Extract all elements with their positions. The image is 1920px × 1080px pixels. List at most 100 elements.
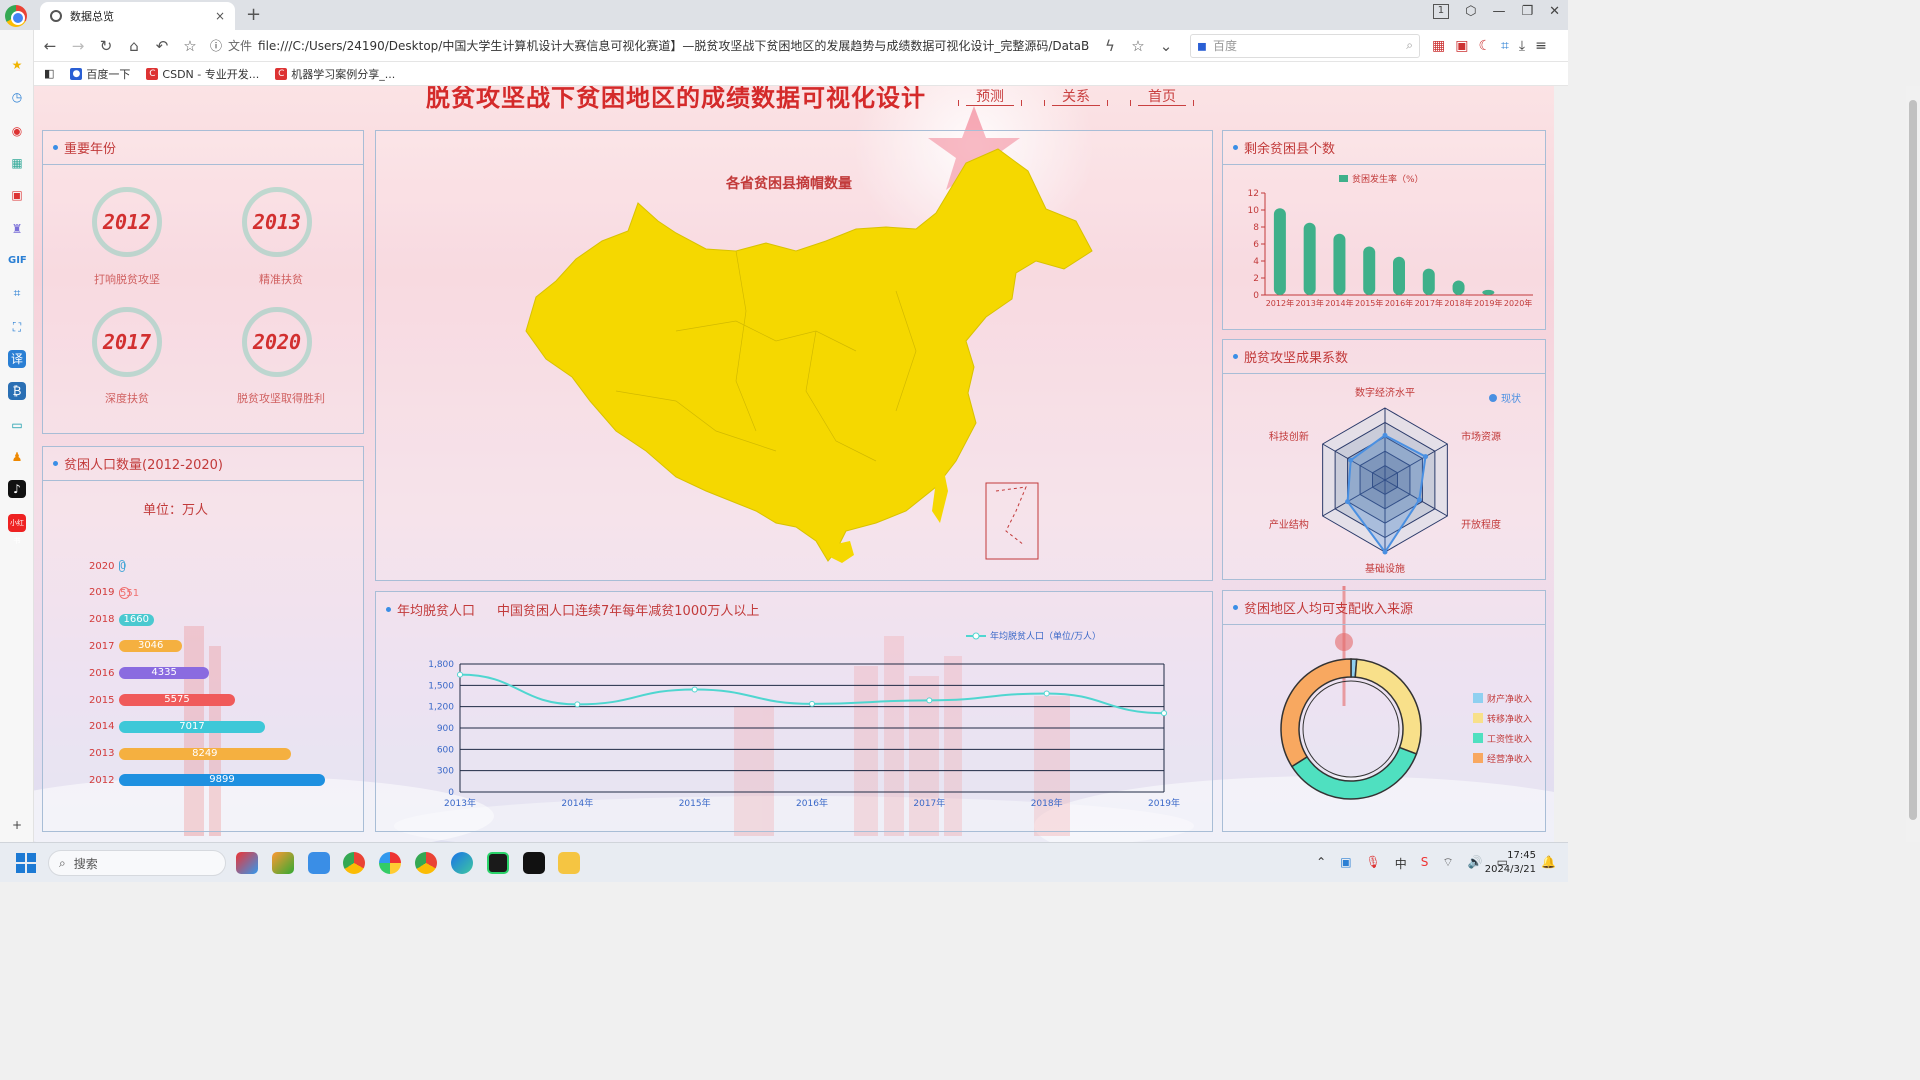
radar-chart[interactable]: 数字经济水平市场资源开放程度基础设施 产业结构 科技创新 现状 xyxy=(1223,374,1547,580)
radar-point xyxy=(1382,549,1388,555)
tab-active[interactable]: 数据总览 × xyxy=(40,2,235,30)
notification-icon[interactable]: 🔔 xyxy=(1541,855,1556,869)
population-panel: 贫困人口数量(2012-2020) 单位：万人 2020 0 2019 551 2018… xyxy=(42,446,364,832)
population-bar[interactable]: 8249 xyxy=(119,747,291,760)
chrome-icon[interactable] xyxy=(415,852,437,874)
bookmark-star-icon[interactable]: ☆ xyxy=(1130,37,1146,55)
reload-icon[interactable]: ↻ xyxy=(98,37,114,55)
scrollbar-thumb[interactable] xyxy=(1909,100,1917,820)
favorites-icon[interactable]: ★ xyxy=(8,56,26,74)
lightning-icon[interactable]: ϟ xyxy=(1102,37,1118,55)
year-value: 2013 xyxy=(252,210,302,234)
population-bar[interactable]: 1660 xyxy=(119,613,154,626)
crop-icon[interactable]: ⌗ xyxy=(1501,38,1509,54)
menu-icon[interactable]: ≡ xyxy=(1535,38,1547,54)
tab-counter[interactable]: 1 xyxy=(1432,4,1450,19)
chevron-down-icon[interactable]: ⌄ xyxy=(1158,37,1174,55)
volume-icon[interactable]: 🔊 xyxy=(1468,855,1483,872)
population-bar[interactable]: 551 xyxy=(119,586,139,599)
taskbar-search[interactable]: ⌕ 搜索 xyxy=(48,850,226,876)
ime-indicator[interactable]: 中 xyxy=(1395,855,1407,872)
taskbar-app-icon[interactable] xyxy=(308,852,330,874)
microphone-icon[interactable]: 🎙 xyxy=(1366,855,1381,872)
pycharm-icon[interactable] xyxy=(487,852,509,874)
bookmark-ml[interactable]: C 机器学习案例分享_... xyxy=(275,66,395,82)
apps-grid-icon[interactable]: ▦ xyxy=(8,154,26,172)
annual-line-chart[interactable]: 年均脱贫人口（单位/万人） 0 300 600 900 1,200 1,500 1,800 20… xyxy=(376,622,1214,832)
capcut-icon[interactable] xyxy=(523,852,545,874)
close-window-button[interactable]: ✕ xyxy=(1549,4,1560,19)
forward-icon[interactable]: → xyxy=(70,37,86,55)
population-bar[interactable]: 4335 xyxy=(119,667,210,680)
undo-icon[interactable]: ↶ xyxy=(154,37,170,55)
add-sidebar-icon[interactable]: + xyxy=(8,816,26,834)
home-icon[interactable]: ⌂ xyxy=(126,37,142,55)
browser-app-icon[interactable] xyxy=(379,852,401,874)
panel-title: 年均脱贫人口 xyxy=(397,603,476,619)
donut-legend-item[interactable]: 工资性收入 xyxy=(1473,733,1532,745)
population-row: 2012 9899 xyxy=(89,773,325,787)
back-icon[interactable]: ← xyxy=(42,37,58,55)
browser-logo-icon[interactable] xyxy=(5,5,27,27)
url-field[interactable]: ⓘ 文件 file:///C:/Users/24190/Desktop/中国大学… xyxy=(210,35,1090,57)
bookmark-csdn[interactable]: C CSDN - 专业开发... xyxy=(146,66,259,82)
search-input[interactable]: ◼ 百度 ⌕ xyxy=(1190,33,1420,58)
nav-relation[interactable]: 关系 xyxy=(1044,86,1108,106)
folder-icon[interactable] xyxy=(558,852,580,874)
moon-icon[interactable]: ☾ xyxy=(1478,38,1491,54)
translate-icon[interactable]: 译 xyxy=(8,350,26,368)
wifi-icon[interactable]: ⌔ xyxy=(1442,855,1453,872)
tab-close-button[interactable]: × xyxy=(215,9,225,23)
star-icon[interactable]: ☆ xyxy=(182,37,198,55)
gif-icon[interactable]: GIF xyxy=(8,252,27,270)
population-bar[interactable]: 9899 xyxy=(119,774,325,787)
clock[interactable]: 17:45 2024/3/21 xyxy=(1485,849,1536,877)
app-icon[interactable]: ₿ xyxy=(8,382,26,400)
bookmark-baidu[interactable]: ● 百度一下 xyxy=(70,66,130,82)
tiktok-icon[interactable]: ♪ xyxy=(8,480,26,498)
year-value: 2020 xyxy=(252,330,302,354)
pdf-icon[interactable]: ▣ xyxy=(1455,38,1468,54)
population-row: 2018 1660 xyxy=(89,613,154,627)
game-icon[interactable]: ♟ xyxy=(8,448,26,466)
xhs-icon[interactable]: 小红书 xyxy=(8,514,26,545)
income-donut-chart[interactable]: 财产净收入转移净收入工资性收入经营净收入 xyxy=(1223,625,1547,833)
record-icon[interactable]: ◉ xyxy=(8,122,26,140)
population-bar[interactable]: 7017 xyxy=(119,720,266,733)
population-bar[interactable]: 3046 xyxy=(119,640,183,653)
donut-legend-item[interactable]: 转移净收入 xyxy=(1473,713,1532,725)
tray-app-icon[interactable]: ▣ xyxy=(1340,855,1351,872)
pin-icon[interactable]: ⬡ xyxy=(1465,4,1476,19)
screenshot-icon[interactable]: ⛶ xyxy=(8,318,26,336)
history-icon[interactable]: ◷ xyxy=(8,88,26,106)
taskbar-app-icon[interactable] xyxy=(236,852,258,874)
sogou-icon[interactable]: S xyxy=(1421,855,1429,872)
sidebar-toggle-icon[interactable]: ◧ xyxy=(44,67,54,80)
donut-legend-item[interactable]: 财产净收入 xyxy=(1473,693,1532,705)
minimize-button[interactable]: — xyxy=(1492,4,1505,19)
crop-side-icon[interactable]: ⌗ xyxy=(8,284,26,302)
donut-legend-item[interactable]: 经营净收入 xyxy=(1473,753,1532,765)
chevron-up-icon[interactable]: ⌃ xyxy=(1316,855,1326,872)
x-tick-label: 2018年 xyxy=(1444,298,1472,308)
monitor-icon[interactable]: ▭ xyxy=(8,416,26,434)
extension-icon[interactable]: ♜ xyxy=(8,220,26,238)
maximize-button[interactable]: ❐ xyxy=(1521,4,1533,19)
pdf-side-icon[interactable]: ▣ xyxy=(8,186,26,204)
population-bar[interactable]: 5575 xyxy=(119,694,236,706)
remain-bar-chart[interactable]: 贫困发生率（%）0246810122012年 2013年 2014年 2015年 201… xyxy=(1223,165,1547,329)
search-icon[interactable]: ⌕ xyxy=(1406,38,1413,53)
population-bar[interactable]: 0 xyxy=(119,560,126,572)
apps-icon[interactable]: ▦ xyxy=(1432,38,1445,54)
taskbar-app-icon[interactable] xyxy=(272,852,294,874)
chrome-icon[interactable] xyxy=(343,852,365,874)
nav-predict[interactable]: 预测 xyxy=(958,86,1022,106)
windows-start-icon[interactable] xyxy=(16,853,36,873)
baidu-icon: ● xyxy=(70,67,83,80)
page-scrollbar[interactable] xyxy=(1906,86,1920,842)
china-map[interactable] xyxy=(376,131,1214,582)
nav-home[interactable]: 首页 xyxy=(1130,86,1194,106)
new-tab-button[interactable]: + xyxy=(246,4,261,25)
download-icon[interactable]: ⤓ xyxy=(1519,38,1525,54)
edge-icon[interactable] xyxy=(451,852,473,874)
